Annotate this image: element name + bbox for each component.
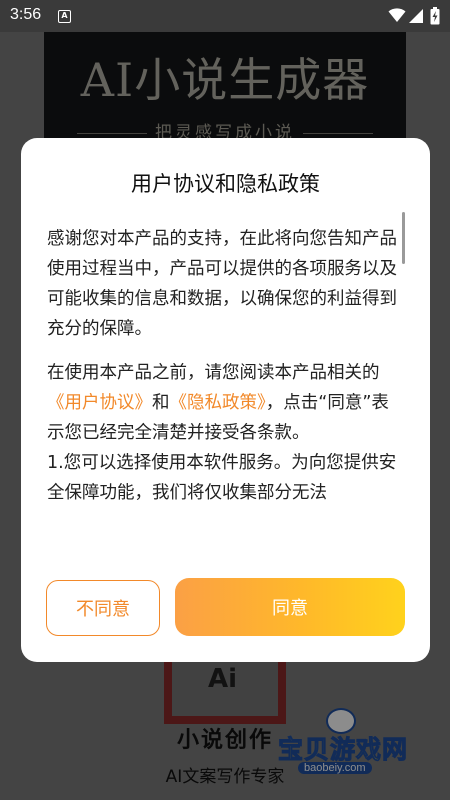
battery-charging-icon bbox=[430, 7, 440, 25]
privacy-policy-link[interactable]: 《隐私政策》 bbox=[170, 393, 266, 413]
paragraph-agreement-pre: 在使用本产品之前，请您阅读本产品相关的 bbox=[47, 363, 380, 383]
dialog-title: 用户协议和隐私政策 bbox=[131, 172, 320, 196]
signal-icon bbox=[409, 9, 423, 23]
notification-icon: A bbox=[58, 10, 71, 23]
user-agreement-link[interactable]: 《用户协议》 bbox=[47, 393, 152, 413]
paragraph-agreement-and: 和 bbox=[152, 393, 170, 413]
paragraph-intro: 感谢您对本产品的支持，在此将向您告知产品使用过程当中，产品可以提供的各项服务以及… bbox=[47, 229, 397, 339]
status-bar: 3:56 A bbox=[0, 0, 450, 32]
status-time: 3:56 bbox=[10, 6, 42, 23]
agree-button[interactable]: 同意 bbox=[175, 578, 405, 636]
disagree-button[interactable]: 不同意 bbox=[46, 580, 160, 636]
agreement-dialog: 用户协议和隐私政策 感谢您对本产品的支持，在此将向您告知产品使用过程当中，产品可… bbox=[21, 138, 430, 662]
dialog-content[interactable]: 感谢您对本产品的支持，在此将向您告知产品使用过程当中，产品可以提供的各项服务以及… bbox=[47, 224, 403, 564]
paragraph-item-1: 1.您可以选择使用本软件服务。为向您提供安全保障功能，我们将仅收集部分无法 bbox=[47, 453, 397, 503]
paragraph-agreement: 在使用本产品之前，请您阅读本产品相关的《用户协议》和《隐私政策》，点击“同意”表… bbox=[47, 358, 403, 448]
wifi-icon bbox=[388, 8, 406, 22]
